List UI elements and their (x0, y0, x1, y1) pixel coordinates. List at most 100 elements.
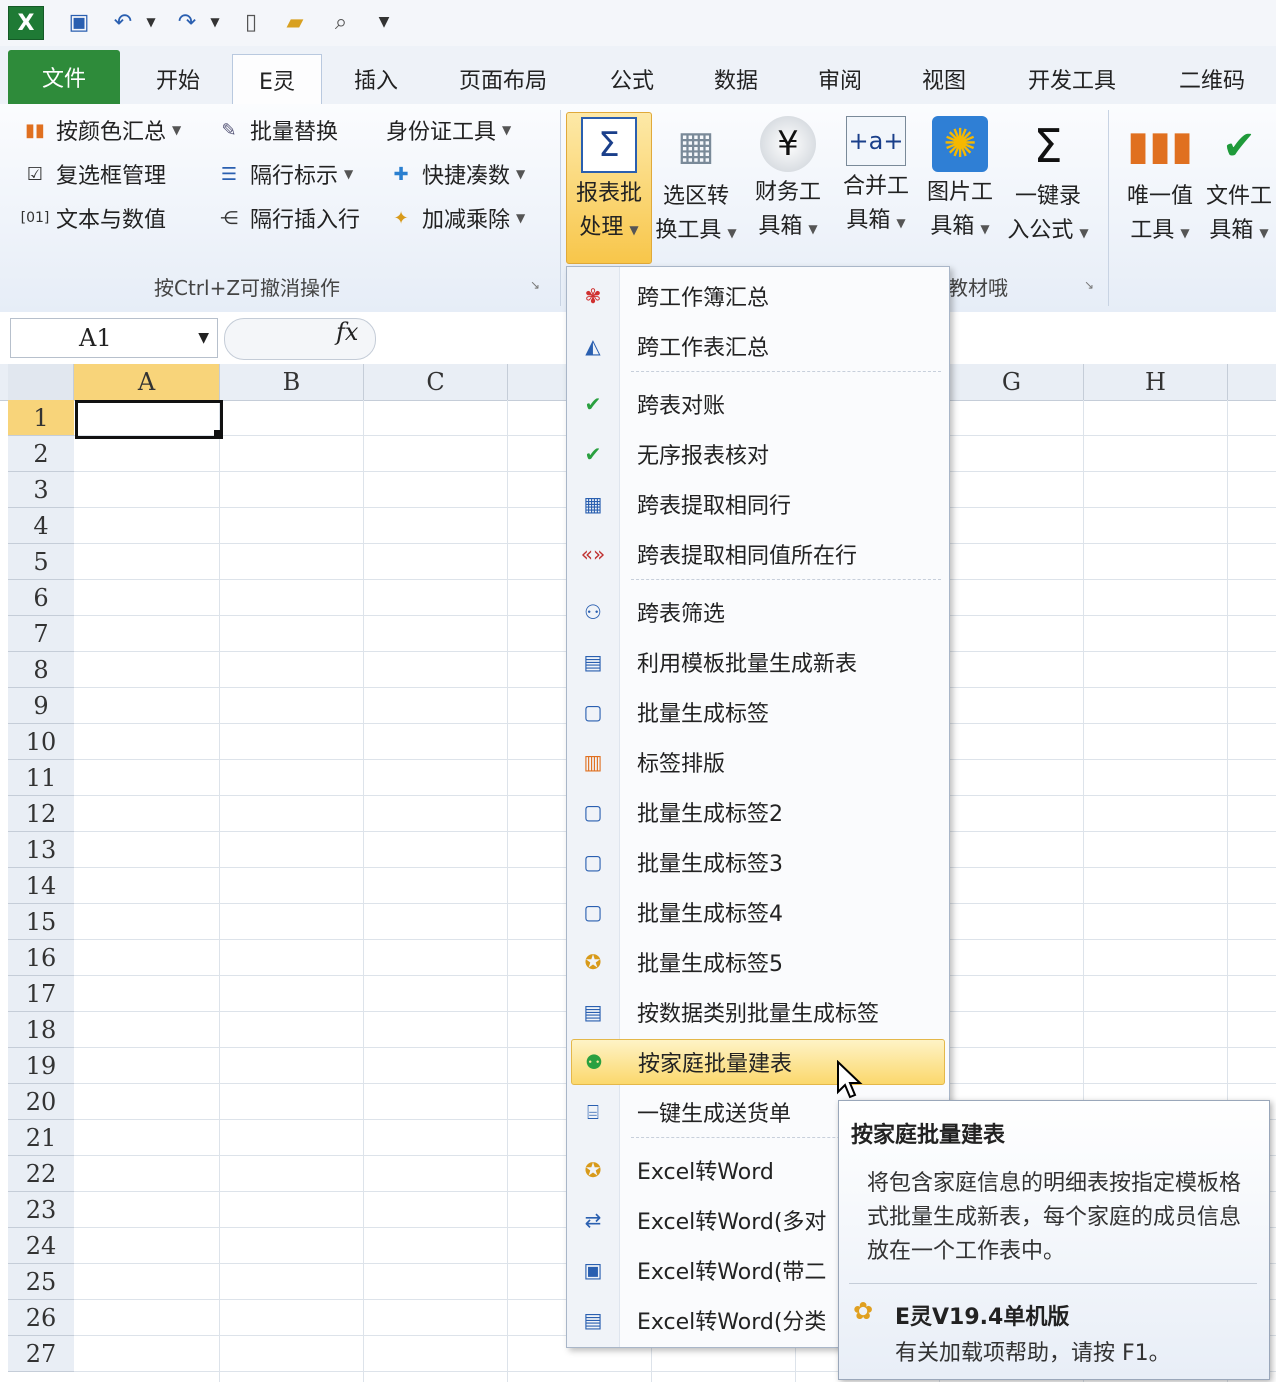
row-header[interactable]: 3 (8, 472, 74, 508)
chevron-down-icon: ▼ (1180, 226, 1190, 240)
unique-value-tool-button[interactable]: ▮▮▮ 唯一值 工具 ▼ (1118, 112, 1202, 262)
redo-dropdown-icon[interactable]: ▼ (206, 6, 224, 38)
batch-replace-button[interactable]: ✎ 批量替换 (214, 114, 338, 146)
print-preview-icon[interactable]: ⌕ (324, 6, 358, 38)
row-header[interactable]: 4 (8, 508, 74, 544)
row-header[interactable]: 25 (8, 1264, 74, 1300)
row-header[interactable]: 10 (8, 724, 74, 760)
row-header[interactable]: 19 (8, 1048, 74, 1084)
row-header[interactable]: 2 (8, 436, 74, 472)
dialog-launcher-icon[interactable]: ↘ (1084, 278, 1094, 292)
open-folder-icon[interactable]: ▰ (278, 6, 312, 38)
image-toolbox-line2: 具箱 (930, 214, 975, 239)
tab-qrcode[interactable]: 二维码 (1160, 56, 1264, 102)
checkbox-manager-button[interactable]: ☑ 复选框管理 (20, 158, 166, 190)
active-cell-a1[interactable] (75, 400, 223, 439)
id-card-tool-button[interactable]: 身份证工具 ▼ (386, 114, 511, 146)
chevron-down-icon[interactable]: ▼ (198, 330, 209, 346)
menu-item[interactable]: ⚇ 跨表筛选 (571, 589, 945, 635)
column-header-a[interactable]: A (74, 364, 220, 400)
row-header[interactable]: 22 (8, 1156, 74, 1192)
tab-view[interactable]: 视图 (902, 56, 986, 102)
column-header-b[interactable]: B (220, 364, 364, 400)
row-header[interactable]: 27 (8, 1336, 74, 1372)
undo-icon[interactable]: ↶ (106, 6, 140, 38)
file-toolbox-button[interactable]: ✔ 文件工 具箱 ▼ (1202, 112, 1276, 262)
menu-item[interactable]: ✔ 跨表对账 (571, 381, 945, 427)
row-header[interactable]: 17 (8, 976, 74, 1012)
menu-item[interactable]: ▢ 批量生成标签2 (571, 789, 945, 835)
menu-item[interactable]: ✔ 无序报表核对 (571, 431, 945, 477)
excel-logo-icon[interactable]: X (8, 6, 44, 40)
row-header[interactable]: 18 (8, 1012, 74, 1048)
menu-item[interactable]: ▤ 利用模板批量生成新表 (571, 639, 945, 685)
name-box[interactable]: A1 ▼ (10, 318, 218, 358)
select-all-corner[interactable] (8, 364, 74, 400)
excel-logo-text: X (17, 10, 35, 36)
menu-item[interactable]: ▢ 批量生成标签4 (571, 889, 945, 935)
insert-alternate-row-button[interactable]: ⋲ 隔行插入行 (214, 202, 360, 234)
row-header[interactable]: 8 (8, 652, 74, 688)
chevron-down-icon: ▼ (629, 223, 639, 237)
row-header[interactable]: 14 (8, 868, 74, 904)
menu-item[interactable]: ✾ 跨工作簿汇总 (571, 273, 945, 319)
quick-sum-button[interactable]: ✚ 快捷凑数 ▼ (386, 158, 525, 190)
tab-insert[interactable]: 插入 (328, 56, 424, 102)
row-header[interactable]: 21 (8, 1120, 74, 1156)
selection-convert-button[interactable]: ▦ 选区转 换工具 ▼ (654, 112, 738, 262)
dialog-launcher-icon[interactable]: ↘ (530, 278, 540, 292)
tab-eling[interactable]: E灵 (232, 54, 322, 105)
alternate-row-mark-button[interactable]: ☰ 隔行标示 ▼ (214, 158, 353, 190)
row-header[interactable]: 13 (8, 832, 74, 868)
fill-handle[interactable] (214, 430, 222, 438)
merge-toolbox-button[interactable]: +a+ 合并工 具箱 ▼ (834, 112, 918, 262)
report-batch-line2: 处理 (579, 215, 624, 240)
row-header[interactable]: 16 (8, 940, 74, 976)
image-toolbox-button[interactable]: ✺ 图片工 具箱 ▼ (918, 112, 1002, 262)
row-header[interactable]: 12 (8, 796, 74, 832)
menu-item[interactable]: ▤ 按数据类别批量生成标签 (571, 989, 945, 1035)
tab-file[interactable]: 文件 (8, 50, 120, 104)
menu-item[interactable]: ⚉ 按家庭批量建表 (571, 1039, 945, 1085)
menu-item[interactable]: ▥ 标签排版 (571, 739, 945, 785)
text-number-button[interactable]: [01] 文本与数值 (20, 202, 166, 234)
column-header-h[interactable]: H (1084, 364, 1228, 400)
menu-item[interactable]: ▢ 批量生成标签 (571, 689, 945, 735)
tab-data[interactable]: 数据 (694, 56, 778, 102)
finance-toolbox-button[interactable]: ¥ 财务工 具箱 ▼ (746, 112, 830, 262)
tab-home[interactable]: 开始 (130, 56, 226, 102)
column-header-g[interactable]: G (940, 364, 1084, 400)
column-header-c[interactable]: C (364, 364, 508, 400)
insert-function-icon[interactable]: fx (336, 318, 358, 346)
menu-item[interactable]: ◭ 跨工作表汇总 (571, 323, 945, 369)
customize-toolbar-icon[interactable]: ▼ (372, 6, 396, 38)
color-summary-button[interactable]: ▮▮ 按颜色汇总 ▼ (20, 114, 181, 146)
label-icon: ▢ (583, 900, 603, 924)
menu-item[interactable]: ✪ 批量生成标签5 (571, 939, 945, 985)
row-header[interactable]: 26 (8, 1300, 74, 1336)
row-header[interactable]: 20 (8, 1084, 74, 1120)
tab-formulas[interactable]: 公式 (590, 56, 674, 102)
one-click-formula-button[interactable]: Σ 一键录 入公式 ▼ (1006, 112, 1090, 262)
row-header[interactable]: 7 (8, 616, 74, 652)
report-batch-button[interactable]: Σ 报表批 处理 ▼ (566, 112, 652, 264)
save-icon[interactable]: ▣ (62, 6, 96, 38)
tab-page-layout[interactable]: 页面布局 (440, 56, 566, 102)
row-header[interactable]: 5 (8, 544, 74, 580)
undo-dropdown-icon[interactable]: ▼ (142, 6, 160, 38)
new-file-icon[interactable]: ▯ (236, 6, 266, 38)
tab-developer[interactable]: 开发工具 (1010, 56, 1134, 102)
arithmetic-button[interactable]: ✦ 加减乘除 ▼ (386, 202, 525, 234)
row-header[interactable]: 9 (8, 688, 74, 724)
redo-icon[interactable]: ↷ (170, 6, 204, 38)
row-header[interactable]: 23 (8, 1192, 74, 1228)
tab-review[interactable]: 审阅 (798, 56, 882, 102)
menu-item[interactable]: ▦ 跨表提取相同行 (571, 481, 945, 527)
row-header[interactable]: 11 (8, 760, 74, 796)
menu-item[interactable]: «» 跨表提取相同值所在行 (571, 531, 945, 577)
menu-item[interactable]: ▢ 批量生成标签3 (571, 839, 945, 885)
row-header[interactable]: 15 (8, 904, 74, 940)
row-header[interactable]: 6 (8, 580, 74, 616)
row-header[interactable]: 1 (8, 400, 74, 436)
row-header[interactable]: 24 (8, 1228, 74, 1264)
